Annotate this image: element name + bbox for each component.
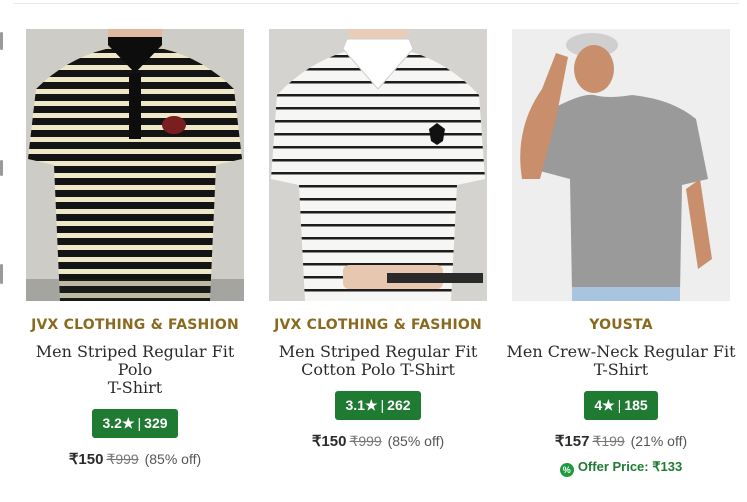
rating-value: 3.1	[345, 397, 365, 413]
scroll-edge-mark	[0, 264, 3, 284]
product-card[interactable]: JVX CLOTHING & FASHION Men Striped Regul…	[19, 29, 251, 468]
rating-badge: 4★ | 185	[584, 391, 658, 420]
rating-badge: 3.1★ | 262	[335, 391, 421, 420]
offer-price-text: Offer Price: ₹133	[577, 459, 683, 474]
price-row: ₹150 ₹999 (85% off)	[19, 450, 251, 468]
star-icon: ★	[364, 397, 378, 413]
product-brand[interactable]: JVX CLOTHING & FASHION	[262, 317, 494, 333]
product-title[interactable]: Men Striped Regular Fit Polo T-Shirt	[19, 343, 251, 397]
rating-badge: 3.2★ | 329	[92, 409, 178, 438]
product-title[interactable]: Men Striped Regular Fit Cotton Polo T-Sh…	[262, 343, 494, 379]
current-price: ₹157	[554, 433, 590, 450]
rating-value: 3.2	[102, 415, 122, 431]
rating-separator: |	[617, 397, 622, 413]
discount-percent: (85% off)	[387, 433, 445, 449]
review-count: 262	[387, 397, 411, 413]
offer-price: % Offer Price: ₹133	[505, 459, 737, 477]
product-image[interactable]	[269, 29, 487, 301]
review-count: 185	[624, 397, 648, 413]
model-striped-polo-image	[26, 29, 244, 301]
offer-percent-icon: %	[559, 463, 574, 477]
star-icon: ★	[121, 415, 135, 431]
original-price: ₹999	[106, 451, 139, 467]
product-title-line: Men Striped Regular Fit Polo	[35, 342, 235, 379]
product-brand[interactable]: YOUSTA	[505, 317, 737, 333]
product-title-line: T-Shirt	[107, 378, 163, 397]
rating-value: 4	[594, 397, 603, 413]
product-title-line: T-Shirt	[593, 360, 649, 379]
product-card[interactable]: JVX CLOTHING & FASHION Men Striped Regul…	[262, 29, 494, 450]
discount-percent: (21% off)	[630, 433, 688, 449]
product-title-line: Men Striped Regular Fit	[278, 342, 478, 361]
star-icon: ★	[602, 397, 615, 413]
product-brand[interactable]: JVX CLOTHING & FASHION	[19, 317, 251, 333]
review-count: 329	[144, 415, 168, 431]
product-card[interactable]: YOUSTA Men Crew-Neck Regular Fit T-Shirt…	[505, 29, 737, 477]
discount-percent: (85% off)	[144, 451, 202, 467]
product-title-line: Men Crew-Neck Regular Fit	[506, 342, 736, 361]
model-grey-tee-image	[512, 29, 730, 301]
price-row: ₹150 ₹999 (85% off)	[262, 432, 494, 450]
current-price: ₹150	[311, 433, 347, 450]
scroll-edge-mark	[0, 160, 3, 176]
rating-separator: |	[137, 415, 142, 431]
product-image[interactable]	[512, 29, 730, 301]
scroll-edge-mark	[0, 32, 3, 50]
price-row: ₹157 ₹199 (21% off)	[505, 432, 737, 450]
product-image[interactable]	[26, 29, 244, 301]
original-price: ₹999	[349, 433, 382, 449]
rating-separator: |	[380, 397, 385, 413]
original-price: ₹199	[592, 433, 625, 449]
model-white-striped-polo-image	[269, 29, 487, 301]
product-title[interactable]: Men Crew-Neck Regular Fit T-Shirt	[505, 343, 737, 379]
product-title-line: Cotton Polo T-Shirt	[301, 360, 455, 379]
top-divider	[14, 3, 739, 4]
current-price: ₹150	[68, 451, 104, 468]
